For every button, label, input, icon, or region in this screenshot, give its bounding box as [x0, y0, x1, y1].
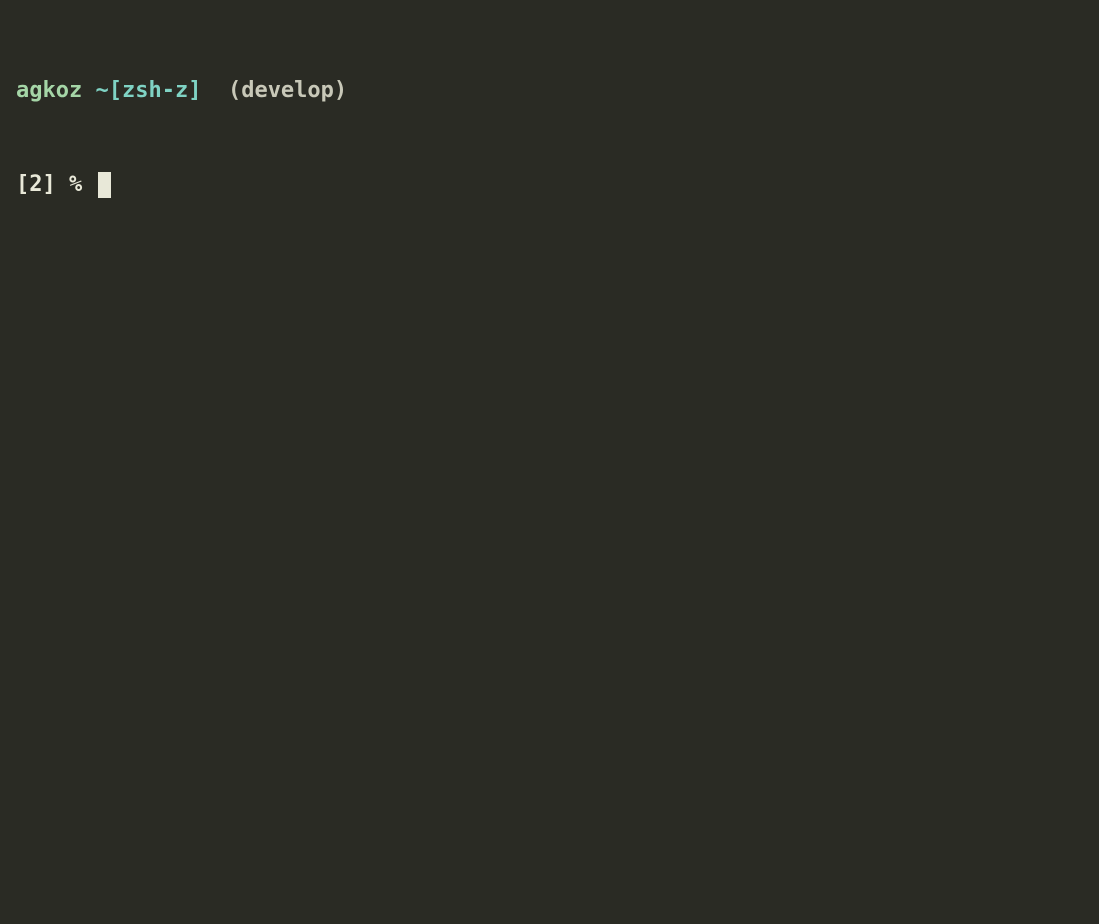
- prompt-git-branch: (develop): [228, 76, 347, 107]
- prompt-context-line: agkoz ~[zsh-z] (develop): [16, 76, 1083, 107]
- cursor-icon: [98, 172, 111, 198]
- prompt-path: ~[zsh-z]: [95, 76, 201, 107]
- terminal-window[interactable]: agkoz ~[zsh-z] (develop) [2] %: [16, 14, 1083, 232]
- prompt-jobs-count: [2]: [16, 170, 56, 201]
- prompt-username: agkoz: [16, 76, 82, 107]
- prompt-input-line[interactable]: [2] %: [16, 170, 1083, 201]
- prompt-symbol: %: [69, 170, 82, 201]
